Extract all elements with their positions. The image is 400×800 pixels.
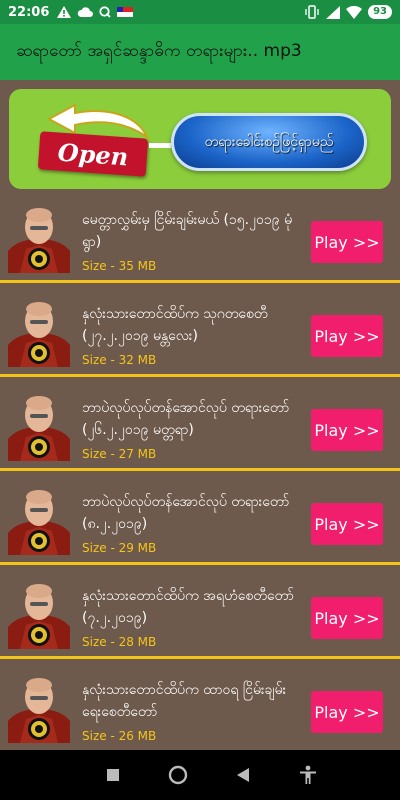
item-title: နှလုံးသားတောင်ထိပ်က သုဂတစေတီ (၂၇.၂.၂၀၁၉ … [82,306,268,344]
item-title: နှလုံးသားတောင်ထိပ်က အရဟံစေတီတော် (၇.၂.၂၀… [82,588,294,626]
play-button[interactable]: Play >> [311,315,383,357]
q-icon [99,6,112,18]
banner-connector [149,143,171,148]
vibrate-icon [305,5,319,19]
back-triangle-icon [236,768,249,782]
accessibility-icon [299,765,316,784]
search-by-title-button[interactable]: တရားခေါင်းစဉ်ဖြင့်ရှာမည် [171,113,367,171]
home-circle-icon [168,765,187,785]
list-item[interactable]: နှလုံးသားတောင်ထိပ်က ထာဝရ ငြိမ်းချမ်းရေးစ… [0,665,400,753]
status-right-icons: 93 [304,5,392,19]
item-size: Size - 35 MB [82,259,157,273]
status-left-icons [57,6,134,18]
play-button[interactable]: Play >> [311,597,383,639]
monk-avatar [8,490,70,555]
play-button[interactable]: Play >> [311,409,383,451]
monk-avatar [8,396,70,461]
play-button[interactable]: Play >> [311,503,383,545]
item-size: Size - 28 MB [82,635,157,649]
status-bar: 22:06 93 [0,0,400,24]
recents-square-icon [106,769,119,781]
banner-panel[interactable]: Open တရားခေါင်းစဉ်ဖြင့်ရှာမည် [9,89,391,189]
open-sign: Open [37,131,149,177]
banner[interactable]: Open တရားခေါင်းစဉ်ဖြင့်ရှာမည် [0,80,400,195]
home-button[interactable] [163,760,193,790]
monk-avatar [8,302,70,367]
monk-avatar [8,208,70,273]
item-title: မေတ္တာလွှမ်းမှ ငြိမ်းချမ်းမယ် (၁၅.၂၀၁၉ မ… [82,212,293,250]
app-bar: ဆရာတော် အရှင်ဆန္ဒာဓိက တရားများ.. mp3 [0,24,400,80]
item-size: Size - 32 MB [82,353,157,367]
monk-avatar [8,584,70,649]
play-button[interactable]: Play >> [311,221,383,263]
item-title: နှလုံးသားတောင်ထိပ်က ထာဝရ ငြိမ်းချမ်းရေးစ… [82,682,287,720]
system-nav-bar [0,750,400,800]
search-by-title-label: တရားခေါင်းစဉ်ဖြင့်ရှာမည် [204,133,334,150]
app-title: ဆရာတော် အရှင်ဆန္ဒာဓိက တရားများ.. mp3 [16,40,302,61]
monk-avatar [8,678,70,743]
accessibility-button[interactable] [293,760,323,790]
alert-icon [57,6,72,18]
item-title: ဘာပဲလုပ်လုပ်တန်အောင်လုပ် တရားတော် (၈.၂.၂… [82,494,290,532]
list-item[interactable]: ဘာပဲလုပ်လုပ်တန်အောင်လုပ် တရားတော် (၈.၂.၂… [0,477,400,565]
item-size: Size - 27 MB [82,447,157,461]
item-title: ဘာပဲလုပ်လုပ်တန်အောင်လုပ် တရားတော် (၂၆.၂.… [82,400,290,438]
cloud-icon [78,6,94,17]
recents-button[interactable] [98,760,128,790]
list-item[interactable]: နှလုံးသားတောင်ထိပ်က အရဟံစေတီတော် (၇.၂.၂၀… [0,571,400,659]
wifi-icon [346,5,363,19]
signal-icon [326,5,341,19]
play-button[interactable]: Play >> [311,691,383,733]
list-item[interactable]: နှလုံးသားတောင်ထိပ်က သုဂတစေတီ (၂၇.၂.၂၀၁၉ … [0,289,400,377]
list-item[interactable]: မေတ္တာလွှမ်းမှ ငြိမ်းချမ်းမယ် (၁၅.၂၀၁၉ မ… [0,195,400,283]
item-size: Size - 29 MB [82,541,157,555]
item-size: Size - 26 MB [82,729,157,743]
list-item[interactable]: ဘာပဲလုပ်လုပ်တန်အောင်လုပ် တရားတော် (၂၆.၂.… [0,383,400,471]
back-button[interactable] [228,760,258,790]
flag-icon [117,7,134,17]
status-time: 22:06 [8,4,50,20]
battery-indicator: 93 [368,5,392,19]
